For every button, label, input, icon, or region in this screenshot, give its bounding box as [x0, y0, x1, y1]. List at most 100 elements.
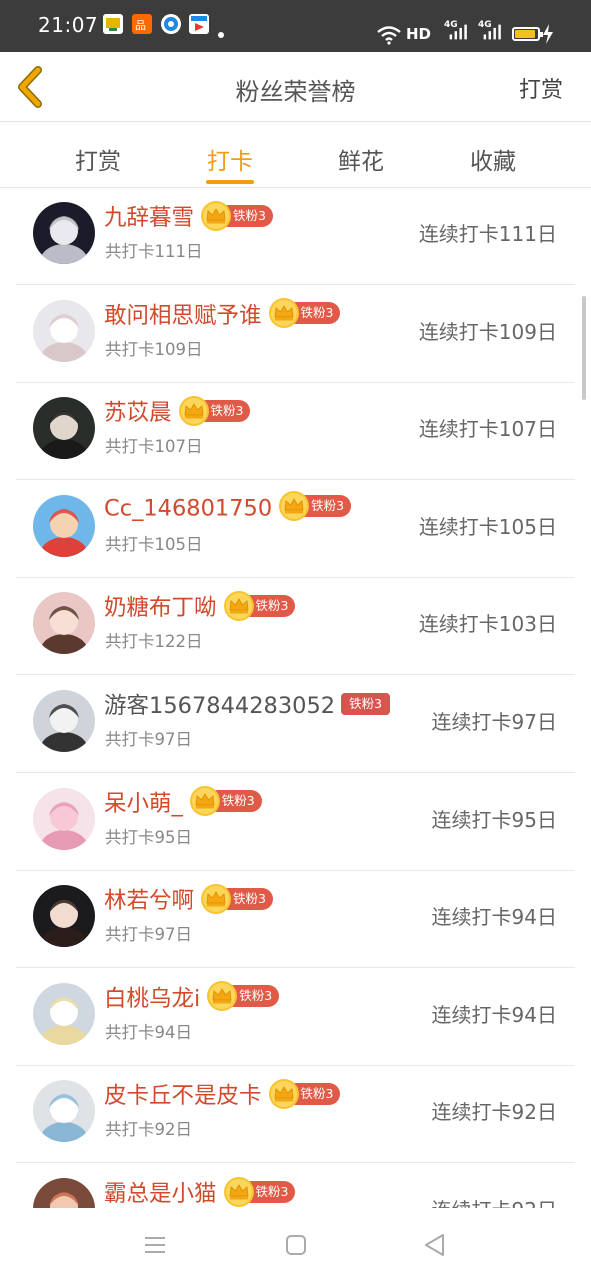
total-checkin-days: 共打卡95日: [105, 827, 192, 847]
consecutive-checkin-days: 连续打卡94日: [431, 905, 557, 930]
fan-name-line: 呆小萌_ 铁粉3: [104, 786, 262, 821]
consecutive-checkin-days: 连续打卡111日: [418, 222, 557, 246]
avatar[interactable]: [33, 1080, 95, 1143]
tab-reward[interactable]: 打赏: [48, 122, 148, 188]
crown-icon: [223, 1176, 254, 1207]
app-notification-icon: [189, 14, 209, 34]
fan-name: 霸总是小猫: [104, 1181, 217, 1207]
consecutive-checkin-days: 连续打卡107日: [418, 417, 557, 442]
consecutive-checkin-days: 连续打卡94日: [431, 1002, 557, 1027]
fan-name: 游客1567844283052: [104, 693, 336, 719]
fan-name: 苏苡晨: [104, 400, 172, 427]
crown-icon: [268, 1078, 299, 1109]
consecutive-checkin-days: 连续打卡92日: [431, 1100, 557, 1125]
fan-name: 林若兮啊: [104, 888, 195, 915]
fan-name-line: 敢问相思赋予谁 铁粉3: [104, 297, 341, 333]
avatar[interactable]: [33, 885, 95, 948]
fan-name-line: 苏苡晨 铁粉3: [104, 395, 251, 430]
charging-icon: [542, 24, 554, 48]
fan-name-line: 霸总是小猫 铁粉3: [104, 1176, 296, 1208]
crown-icon: [201, 883, 232, 914]
svg-text:品: 品: [135, 19, 146, 32]
fan-name-line: 游客1567844283052 铁粉3: [104, 688, 391, 720]
crown-icon: [207, 981, 238, 1012]
avatar[interactable]: [33, 787, 95, 850]
consecutive-checkin-days: 连续打卡97日: [431, 710, 557, 734]
fan-row[interactable]: 九辞暮雪 铁粉3 共打卡111日 连续打卡111日: [16, 188, 575, 285]
fan-row[interactable]: 霸总是小猫铁粉3 连续打卡92日: [16, 1164, 575, 1208]
total-checkin-days: 共打卡109日: [105, 339, 203, 359]
crown-icon: [223, 590, 254, 621]
system-nav-bar: [0, 1208, 591, 1280]
tab-flowers[interactable]: 鲜花: [311, 122, 411, 188]
menu-button[interactable]: [142, 1232, 168, 1258]
total-checkin-days: 共打卡92日: [105, 1120, 192, 1140]
avatar[interactable]: [33, 1178, 95, 1208]
fan-badges: 铁粉3: [189, 785, 262, 817]
fan-row[interactable]: 游客1567844283052 铁粉3 共打卡97日 连续打卡97日: [16, 676, 575, 773]
crown-icon: [279, 490, 310, 521]
fan-badges: 铁粉3: [223, 590, 296, 622]
avatar[interactable]: [33, 397, 95, 460]
fan-row[interactable]: Cc_146801750 铁粉3 共打卡105日 连续打卡105日: [16, 481, 575, 578]
total-checkin-days: 共打卡97日: [105, 730, 192, 749]
fan-row[interactable]: 林若兮啊 铁粉3 共打卡97日 连续打卡94日: [16, 871, 575, 969]
avatar[interactable]: [33, 299, 95, 362]
consecutive-checkin-days: 连续打卡92日: [432, 1194, 557, 1208]
consecutive-checkin-days: 连续打卡109日: [418, 319, 557, 344]
fan-name: 呆小萌_: [104, 790, 183, 817]
fan-name: 奶糖布丁呦: [104, 595, 217, 622]
reward-button[interactable]: 打赏: [519, 72, 563, 104]
avatar[interactable]: [33, 982, 95, 1045]
crown-icon: [201, 200, 232, 231]
crown-icon: [268, 298, 299, 329]
fan-row[interactable]: 敢问相思赋予谁 铁粉3 共打卡109日 连续打卡109日: [16, 286, 575, 383]
total-checkin-days: 共打卡111日: [105, 242, 203, 261]
back-triangle-icon: [425, 1234, 444, 1256]
page-title: 粉丝荣誉榜: [235, 78, 356, 106]
wifi-icon: [376, 25, 402, 49]
home-square-icon: [286, 1235, 306, 1255]
scrollbar[interactable]: [582, 296, 586, 400]
fan-name-line: 白桃乌龙i 铁粉3: [104, 980, 280, 1016]
fan-row[interactable]: 苏苡晨 铁粉3 共打卡107日 连续打卡107日: [16, 383, 575, 481]
avatar[interactable]: [33, 690, 95, 752]
fan-level-badge: 铁粉3: [341, 693, 391, 715]
nav-back-button[interactable]: [422, 1232, 448, 1258]
app-notification-icon: [103, 14, 123, 34]
avatar[interactable]: [33, 202, 95, 264]
avatar[interactable]: [33, 592, 95, 655]
fan-badges: 铁粉3: [206, 980, 280, 1012]
fan-name: 皮卡丘不是皮卡: [104, 1083, 262, 1110]
consecutive-checkin-days: 连续打卡103日: [418, 612, 557, 637]
fan-name-line: 林若兮啊 铁粉3: [104, 883, 273, 918]
app-notification-icon: 品: [132, 14, 152, 34]
fan-badges: 铁粉3: [268, 297, 341, 329]
status-bar: 21:07 品 HD 4G 4G: [0, 0, 591, 52]
fan-row[interactable]: 皮卡丘不是皮卡 铁粉3 共打卡92日 连续打卡92日: [16, 1066, 575, 1164]
fan-name: 白桃乌龙i: [104, 985, 201, 1012]
fan-list[interactable]: 九辞暮雪 铁粉3 共打卡111日 连续打卡111日 敢问相思赋予谁 铁粉3 共打卡109日连…: [16, 188, 575, 1208]
app-notification-icon: [161, 14, 181, 34]
hd-label: HD: [406, 25, 432, 43]
fan-badges: 铁粉3: [178, 395, 251, 427]
fan-row[interactable]: 白桃乌龙i 铁粉3 共打卡94日 连续打卡94日: [16, 969, 575, 1066]
fan-row[interactable]: 奶糖布丁呦 铁粉3 共打卡122日 连续打卡103日: [16, 578, 575, 676]
app-header: 粉丝荣誉榜 打赏: [0, 52, 591, 122]
total-checkin-days: 共打卡97日: [105, 925, 192, 945]
fan-row[interactable]: 呆小萌_ 铁粉3 共打卡95日 连续打卡95日: [16, 774, 575, 871]
tab-favorites[interactable]: 收藏: [443, 122, 543, 188]
fan-name: 九辞暮雪: [104, 205, 195, 231]
home-button[interactable]: [283, 1232, 309, 1258]
avatar[interactable]: [33, 494, 95, 557]
total-checkin-days: 共打卡107日: [105, 437, 203, 457]
crown-icon: [189, 786, 220, 817]
tab-checkin[interactable]: 打卡: [180, 122, 280, 188]
status-time: 21:07: [38, 13, 99, 37]
fan-badges: 铁粉3: [200, 883, 273, 915]
menu-icon: [145, 1237, 165, 1253]
total-checkin-days: 共打卡105日: [105, 534, 203, 554]
fan-name-line: 皮卡丘不是皮卡 铁粉3: [104, 1078, 341, 1113]
fan-badges: 铁粉3: [278, 490, 352, 522]
fan-name-line: 九辞暮雪 铁粉3: [104, 200, 273, 235]
